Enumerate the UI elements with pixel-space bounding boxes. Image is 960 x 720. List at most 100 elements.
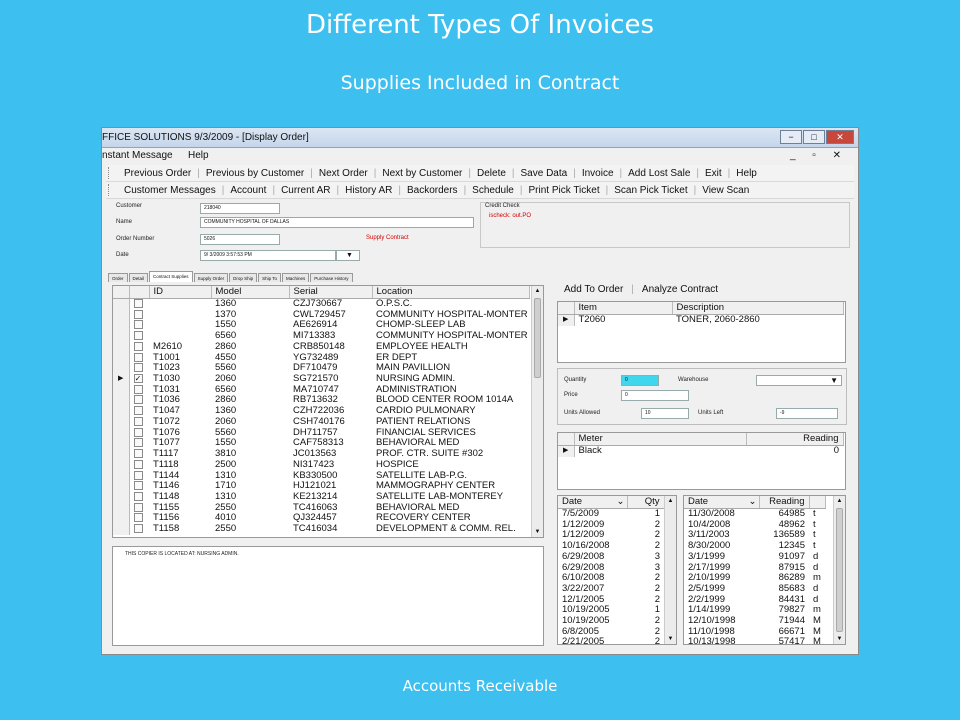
col-meter[interactable]: Meter <box>574 433 747 446</box>
table-row[interactable]: T1031 6560 MA710747 ADMINISTRATION <box>113 384 529 396</box>
close-button[interactable]: ✕ <box>826 130 854 144</box>
table-row[interactable]: 3/1/1999 91097 d <box>684 552 825 563</box>
row-checkbox[interactable] <box>133 352 143 362</box>
row-checkbox[interactable] <box>133 384 143 394</box>
row-header[interactable] <box>113 384 130 396</box>
date-qty-scrollbar[interactable]: ▲ ▼ <box>664 496 676 644</box>
toolbar-button-add-lost-sale[interactable]: Add Lost Sale <box>622 168 696 179</box>
row-header[interactable] <box>113 341 130 353</box>
quantity-field[interactable]: 0 <box>621 375 659 386</box>
table-row[interactable]: 2/17/1999 87915 d <box>684 563 825 574</box>
col-item[interactable]: Item <box>574 302 673 315</box>
row-header[interactable] <box>113 470 130 482</box>
table-row[interactable]: 12/1/2005 2 <box>558 595 664 606</box>
row-header[interactable] <box>113 502 130 514</box>
table-row[interactable]: T1117 3810 JC013563 PROF. CTR. SUITE #302 <box>113 449 529 460</box>
col-qty[interactable]: Qty <box>627 496 665 509</box>
toolbar-grip[interactable] <box>108 167 111 179</box>
tab-supply-order[interactable]: Supply Order <box>193 273 229 282</box>
row-checkbox[interactable] <box>133 331 143 341</box>
toolbar-button-exit[interactable]: Exit <box>699 168 728 179</box>
row-header[interactable] <box>113 309 130 321</box>
row-header[interactable] <box>113 298 130 310</box>
col-model[interactable]: Model <box>211 286 290 299</box>
row-header[interactable] <box>113 331 130 342</box>
scroll-down-icon[interactable]: ▼ <box>665 634 676 644</box>
customer-field[interactable]: 218040 <box>200 203 280 214</box>
table-row[interactable]: 10/16/2008 2 <box>558 541 664 552</box>
table-row[interactable]: 6/10/2008 2 <box>558 573 664 584</box>
row-header[interactable] <box>113 416 130 428</box>
table-row[interactable]: 1360 CZJ730667 O.P.S.C. <box>113 298 529 310</box>
scroll-up-icon[interactable]: ▲ <box>532 286 543 296</box>
table-row[interactable]: ▶ Black 0 <box>558 445 843 457</box>
scroll-thumb[interactable] <box>836 508 843 632</box>
row-header[interactable] <box>113 320 130 332</box>
row-header[interactable] <box>113 352 130 364</box>
row-checkbox[interactable] <box>133 320 143 330</box>
row-header[interactable] <box>113 524 130 535</box>
toolbar-button-history-ar[interactable]: History AR <box>339 185 398 196</box>
toolbar-grip[interactable] <box>108 184 111 196</box>
toolbar-button-save-data[interactable]: Save Data <box>515 168 574 179</box>
row-header[interactable] <box>113 438 130 450</box>
row-checkbox[interactable] <box>133 395 143 405</box>
tab-drop-ship[interactable]: Drop Ship <box>229 273 258 282</box>
toolbar-button-current-ar[interactable]: Current AR <box>275 185 336 196</box>
table-row[interactable]: T1155 2550 TC416063 BEHAVIORAL MED <box>113 502 529 514</box>
col-date[interactable]: Date ⌄ <box>558 496 628 509</box>
table-row[interactable]: T1036 2860 RB713632 BLOOD CENTER ROOM 1014A <box>113 395 529 407</box>
toolbar-button-scan-pick-ticket[interactable]: Scan Pick Ticket <box>608 185 693 196</box>
table-row[interactable]: 1370 CWL729457 COMMUNITY HOSPITAL-MONTER <box>113 309 529 321</box>
table-row[interactable]: 1/12/2009 2 <box>558 520 664 531</box>
toolbar-button-schedule[interactable]: Schedule <box>466 185 520 196</box>
scroll-down-icon[interactable]: ▼ <box>532 527 543 537</box>
toolbar-button-previous-order[interactable]: Previous Order <box>118 168 197 179</box>
row-header[interactable] <box>113 449 130 460</box>
row-header[interactable]: ▶ <box>558 314 575 326</box>
row-checkbox[interactable] <box>133 459 143 469</box>
col-reading[interactable]: Reading <box>746 433 844 446</box>
row-checkbox[interactable] <box>133 427 143 437</box>
table-row[interactable]: ▶ ✓ T1030 2060 SG721570 NURSING ADMIN. <box>113 374 529 385</box>
row-checkbox[interactable] <box>133 406 143 416</box>
table-row[interactable]: T1047 1360 CZH722036 CARDIO PULMONARY <box>113 406 529 417</box>
row-header[interactable] <box>113 513 130 525</box>
date-reading-scrollbar[interactable]: ▲ ▼ <box>833 496 845 644</box>
col-reading-date[interactable]: Date ⌄ <box>684 496 760 509</box>
table-row[interactable]: 1/12/2009 2 <box>558 530 664 541</box>
row-checkbox[interactable] <box>133 299 143 308</box>
toolbar-button-invoice[interactable]: Invoice <box>576 168 620 179</box>
row-checkbox[interactable] <box>133 502 143 512</box>
scroll-up-icon[interactable]: ▲ <box>665 496 676 506</box>
tab-ship-to[interactable]: Ship To <box>258 273 282 282</box>
price-field[interactable]: 0 <box>621 390 689 401</box>
col-location[interactable]: Location <box>372 286 530 299</box>
table-row[interactable]: 6/8/2005 2 <box>558 627 664 638</box>
table-row[interactable]: 6/29/2008 3 <box>558 552 664 563</box>
table-row[interactable]: 1/14/1999 79827 m <box>684 605 825 616</box>
table-row[interactable]: 8/30/2000 12345 t <box>684 541 825 552</box>
toolbar-button-delete[interactable]: Delete <box>471 168 512 179</box>
table-row[interactable]: 10/19/2005 2 <box>558 616 664 627</box>
row-header[interactable] <box>113 427 130 439</box>
toolbar-button-next-by-customer[interactable]: Next by Customer <box>376 168 468 179</box>
table-row[interactable]: 3/11/2003 136589 t <box>684 530 825 541</box>
toolbar-button-next-order[interactable]: Next Order <box>313 168 374 179</box>
menu-help[interactable]: Help <box>188 150 209 161</box>
row-header[interactable] <box>113 459 130 471</box>
toolbar-button-customer-messages[interactable]: Customer Messages <box>118 185 222 196</box>
toolbar-button-view-scan[interactable]: View Scan <box>696 185 755 196</box>
table-row[interactable]: 10/4/2008 48962 t <box>684 520 825 531</box>
table-row[interactable]: T1077 1550 CAF758313 BEHAVIORAL MED <box>113 438 529 450</box>
units-left-field[interactable]: -9 <box>776 408 838 419</box>
table-row[interactable]: 11/10/1998 66671 M <box>684 627 825 638</box>
table-row[interactable]: 12/10/1998 71944 M <box>684 616 825 627</box>
table-row[interactable]: 6560 MI713383 COMMUNITY HOSPITAL-MONTER <box>113 331 529 342</box>
table-row[interactable]: 10/19/2005 1 <box>558 605 664 616</box>
scroll-up-icon[interactable]: ▲ <box>834 496 845 506</box>
date-field[interactable]: 9/ 3/2009 3:57:53 PM <box>200 250 336 261</box>
table-row[interactable]: T1144 1310 KB330500 SATELLITE LAB-P.G. <box>113 470 529 482</box>
row-header[interactable]: ▶ <box>113 374 130 385</box>
row-header[interactable] <box>113 395 130 407</box>
